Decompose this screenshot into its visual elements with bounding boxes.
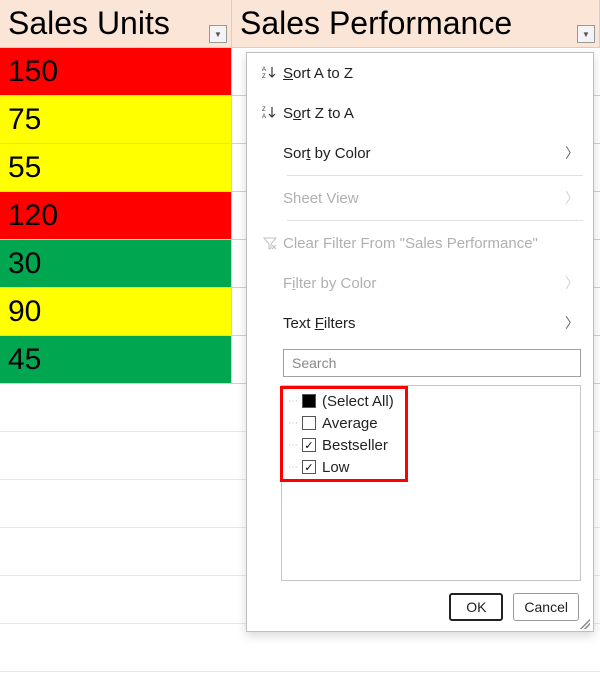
chevron-right-icon: 〉	[565, 188, 579, 208]
tree-icon: ⋯	[288, 418, 302, 429]
checkbox-icon[interactable]	[302, 416, 316, 430]
tree-icon: ⋯	[288, 440, 302, 451]
cancel-button[interactable]: Cancel	[513, 593, 579, 621]
filter-dropdown-button-performance[interactable]: ▼	[577, 25, 595, 43]
sort-az-icon: AZ	[257, 65, 283, 81]
column-header-sales-performance[interactable]: Sales Performance ▼	[232, 0, 600, 47]
menu-label: Sort Z to A	[283, 105, 579, 122]
checkbox-icon[interactable]	[302, 460, 316, 474]
cell-value[interactable]: 75	[0, 96, 232, 143]
column-header-sales-units[interactable]: Sales Units ▼	[0, 0, 232, 47]
svg-text:Z: Z	[262, 74, 266, 80]
clear-filter-icon	[257, 235, 283, 251]
filter-dropdown-button-units[interactable]: ▼	[209, 25, 227, 43]
checkbox-average[interactable]: ⋯ Average	[288, 412, 574, 434]
cell-value[interactable]: 120	[0, 192, 232, 239]
checkbox-select-all[interactable]: ⋯ (Select All)	[288, 390, 574, 412]
checkbox-low[interactable]: ⋯ Low	[288, 456, 574, 478]
separator	[287, 175, 583, 176]
ok-button[interactable]: OK	[449, 593, 503, 621]
menu-label: Sort A to Z	[283, 65, 579, 82]
svg-text:Z: Z	[262, 107, 266, 113]
option-label: Bestseller	[322, 437, 388, 454]
menu-label: Filter by Color	[283, 275, 565, 292]
cell-value[interactable]: 150	[0, 48, 232, 95]
sheet-view: Sheet View 〉	[247, 178, 593, 218]
menu-label: Clear Filter From "Sales Performance"	[283, 235, 579, 252]
option-label: Low	[322, 459, 350, 476]
sort-by-color[interactable]: Sort by Color 〉	[247, 133, 593, 173]
cell-value[interactable]: 45	[0, 336, 232, 383]
cell-value[interactable]: 30	[0, 240, 232, 287]
resize-grip-icon[interactable]	[580, 619, 590, 629]
cell-value[interactable]: 55	[0, 144, 232, 191]
text-filters[interactable]: Text Filters 〉	[247, 303, 593, 343]
header-label: Sales Units	[8, 5, 170, 42]
option-label: (Select All)	[322, 393, 394, 410]
svg-text:A: A	[262, 67, 266, 73]
sort-ascending[interactable]: AZ Sort A to Z	[247, 53, 593, 93]
filter-checklist: ⋯ (Select All) ⋯ Average ⋯ Bestseller ⋯ …	[281, 385, 581, 581]
filter-dropdown-panel: AZ Sort A to Z ZA Sort Z to A Sort by Co…	[246, 52, 594, 632]
sort-descending[interactable]: ZA Sort Z to A	[247, 93, 593, 133]
checkbox-icon[interactable]	[302, 438, 316, 452]
svg-text:A: A	[262, 114, 266, 120]
filter-by-color: Filter by Color 〉	[247, 263, 593, 303]
header-row: Sales Units ▼ Sales Performance ▼	[0, 0, 600, 48]
checkbox-icon[interactable]	[302, 394, 316, 408]
chevron-right-icon: 〉	[565, 313, 579, 333]
clear-filter: Clear Filter From "Sales Performance"	[247, 223, 593, 263]
cell-value[interactable]: 90	[0, 288, 232, 335]
tree-icon: ⋯	[288, 462, 302, 473]
chevron-right-icon: 〉	[565, 273, 579, 293]
option-label: Average	[322, 415, 378, 432]
chevron-right-icon: 〉	[565, 143, 579, 163]
menu-label: Text Filters	[283, 315, 565, 332]
tree-icon: ⋯	[288, 396, 302, 407]
menu-label: Sheet View	[283, 190, 565, 207]
menu-label: Sort by Color	[283, 145, 565, 162]
button-row: OK Cancel	[247, 581, 593, 625]
search-input[interactable]: Search	[283, 349, 581, 377]
sort-za-icon: ZA	[257, 105, 283, 121]
separator	[287, 220, 583, 221]
checkbox-bestseller[interactable]: ⋯ Bestseller	[288, 434, 574, 456]
header-label: Sales Performance	[240, 5, 512, 42]
